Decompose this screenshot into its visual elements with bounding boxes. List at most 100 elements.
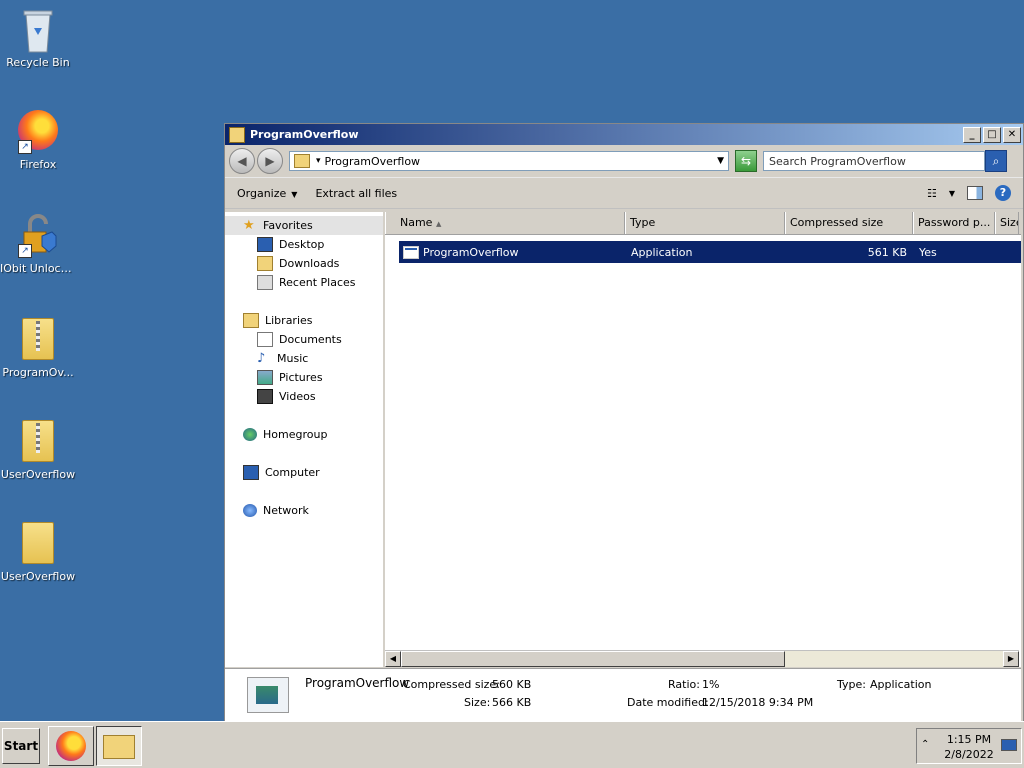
- column-password[interactable]: Password p...: [913, 212, 995, 234]
- clock[interactable]: 1:15 PM 2/8/2022: [939, 732, 999, 762]
- details-pane: ProgramOverflow Compressed size: 560 KB …: [225, 668, 1021, 721]
- nav-desktop[interactable]: Desktop: [225, 235, 383, 254]
- desktop-icon-firefox[interactable]: ↗ Firefox: [0, 110, 76, 171]
- preview-pane-icon[interactable]: [967, 186, 983, 200]
- details-file-name: ProgramOverflow: [305, 676, 410, 690]
- videos-icon: [257, 389, 273, 404]
- desktop-icon: [257, 237, 273, 252]
- refresh-button[interactable]: ⇆: [735, 150, 757, 172]
- application-thumbnail-icon: [247, 677, 289, 713]
- explorer-icon: [103, 735, 135, 759]
- column-size[interactable]: Size: [995, 212, 1019, 234]
- search-input[interactable]: Search ProgramOverflow: [763, 151, 985, 171]
- window-title: ProgramOverflow: [250, 128, 359, 141]
- computer-icon: [243, 465, 259, 480]
- application-icon: [403, 245, 419, 259]
- desktop-icon-useroverflow-folder[interactable]: UserOverflow: [0, 522, 76, 583]
- address-field[interactable]: ▾ ProgramOverflow ▼: [289, 151, 729, 171]
- view-dropdown-icon[interactable]: ▼: [949, 189, 955, 198]
- view-options-icon[interactable]: ☷: [927, 187, 937, 200]
- nav-computer[interactable]: Computer: [225, 463, 383, 482]
- taskbar-explorer[interactable]: [96, 726, 142, 766]
- nav-downloads[interactable]: Downloads: [225, 254, 383, 273]
- details-modified-value: 12/15/2018 9:34 PM: [702, 696, 814, 709]
- desktop-icon-label: ProgramOv...: [2, 366, 74, 379]
- homegroup-icon: [243, 428, 257, 441]
- column-name[interactable]: Name ▲: [385, 212, 625, 234]
- start-button[interactable]: Start: [2, 728, 40, 764]
- nav-recent-places[interactable]: Recent Places: [225, 273, 383, 292]
- desktop-icon-label: Recycle Bin: [6, 56, 70, 69]
- details-modified-label: Date modified:: [627, 696, 709, 709]
- firefox-icon: ↗: [18, 110, 58, 154]
- shortcut-arrow-icon: ↗: [18, 140, 32, 154]
- desktop-icon-label: UserOverflow: [0, 570, 76, 583]
- desktop-icon-label: IObit Unlocker: [0, 262, 76, 275]
- command-bar: Organize ▼ Extract all files ☷ ▼ ?: [225, 177, 1023, 209]
- file-list: Name ▲ Type Compressed size Password p..…: [385, 212, 1021, 667]
- details-type-label: Type:: [837, 678, 866, 691]
- scroll-thumb[interactable]: [401, 651, 785, 667]
- address-dropdown-icon[interactable]: ▼: [717, 156, 724, 166]
- scroll-left-icon[interactable]: ◀: [385, 651, 401, 667]
- star-icon: ★: [243, 218, 255, 233]
- close-button[interactable]: ✕: [1003, 126, 1021, 143]
- nav-documents[interactable]: Documents: [225, 330, 383, 349]
- desktop-icon-recycle-bin[interactable]: Recycle Bin: [0, 8, 76, 69]
- scroll-right-icon[interactable]: ▶: [1003, 651, 1019, 667]
- file-compressed-size: 561 KB: [867, 245, 907, 259]
- breadcrumb-arrow-icon[interactable]: ▾: [316, 156, 321, 166]
- details-compressed-value: 560 KB: [492, 678, 532, 691]
- clock-time: 1:15 PM: [946, 733, 992, 746]
- libraries-icon: [243, 313, 259, 328]
- taskbar-firefox[interactable]: [48, 726, 94, 766]
- breadcrumb-item[interactable]: ProgramOverflow: [325, 155, 421, 168]
- horizontal-scrollbar[interactable]: ◀ ▶: [385, 650, 1019, 667]
- desktop-icon-label: Firefox: [19, 158, 57, 171]
- details-size-value: 566 KB: [492, 696, 532, 709]
- nav-favorites[interactable]: ★ Favorites: [225, 216, 383, 235]
- maximize-button[interactable]: □: [983, 126, 1001, 143]
- file-row[interactable]: ProgramOverflow Application 561 KB Yes: [399, 241, 1021, 263]
- file-type: Application: [631, 245, 693, 259]
- column-compressed-size[interactable]: Compressed size: [785, 212, 913, 234]
- music-icon: ♪: [257, 351, 266, 366]
- show-desktop-icon[interactable]: [1001, 739, 1017, 751]
- nav-libraries[interactable]: Libraries: [225, 311, 383, 330]
- system-tray: ⌃ 1:15 PM 2/8/2022: [916, 728, 1022, 764]
- column-type[interactable]: Type: [625, 212, 785, 234]
- sort-ascending-icon: ▲: [435, 220, 442, 228]
- downloads-folder-icon: [257, 256, 273, 271]
- recycle-bin-icon: [18, 8, 58, 53]
- folder-icon: [294, 154, 310, 168]
- documents-icon: [257, 332, 273, 347]
- details-size-label: Size:: [464, 696, 491, 709]
- minimize-button[interactable]: _: [963, 126, 981, 143]
- extract-all-button[interactable]: Extract all files: [315, 187, 397, 200]
- folder-icon: [18, 522, 58, 566]
- search-icon[interactable]: ⌕: [985, 150, 1007, 172]
- nav-network[interactable]: Network: [225, 501, 383, 520]
- nav-music[interactable]: ♪ Music: [225, 349, 383, 368]
- forward-button[interactable]: ▶: [257, 148, 283, 174]
- address-bar-row: ◀ ▶ ▾ ProgramOverflow ▼ ⇆ Search Program…: [225, 145, 1023, 177]
- desktop-icon-iobit-unlocker[interactable]: ↗ IObit Unlocker: [0, 214, 76, 275]
- show-hidden-icons-icon[interactable]: ⌃: [921, 739, 929, 750]
- details-ratio-label: Ratio:: [668, 678, 700, 691]
- file-name: ProgramOverflow: [423, 245, 519, 259]
- desktop-icon-useroverflow-zip[interactable]: UserOverflow: [0, 420, 76, 481]
- title-bar[interactable]: ProgramOverflow _ □ ✕: [225, 124, 1023, 145]
- organize-button[interactable]: Organize ▼: [237, 187, 297, 200]
- help-icon[interactable]: ?: [995, 185, 1011, 201]
- nav-pictures[interactable]: Pictures: [225, 368, 383, 387]
- back-button[interactable]: ◀: [229, 148, 255, 174]
- explorer-window: ProgramOverflow _ □ ✕ ◀ ▶ ▾ ProgramOverf…: [224, 123, 1024, 723]
- firefox-icon: [56, 731, 86, 761]
- zip-folder-icon: [229, 126, 245, 143]
- shortcut-arrow-icon: ↗: [18, 244, 32, 258]
- desktop-icon-programoverflow[interactable]: ProgramOv...: [0, 318, 76, 379]
- zip-folder-icon: [18, 420, 58, 464]
- taskbar: Start ⌃ 1:15 PM 2/8/2022: [0, 721, 1024, 768]
- nav-videos[interactable]: Videos: [225, 387, 383, 406]
- nav-homegroup[interactable]: Homegroup: [225, 425, 383, 444]
